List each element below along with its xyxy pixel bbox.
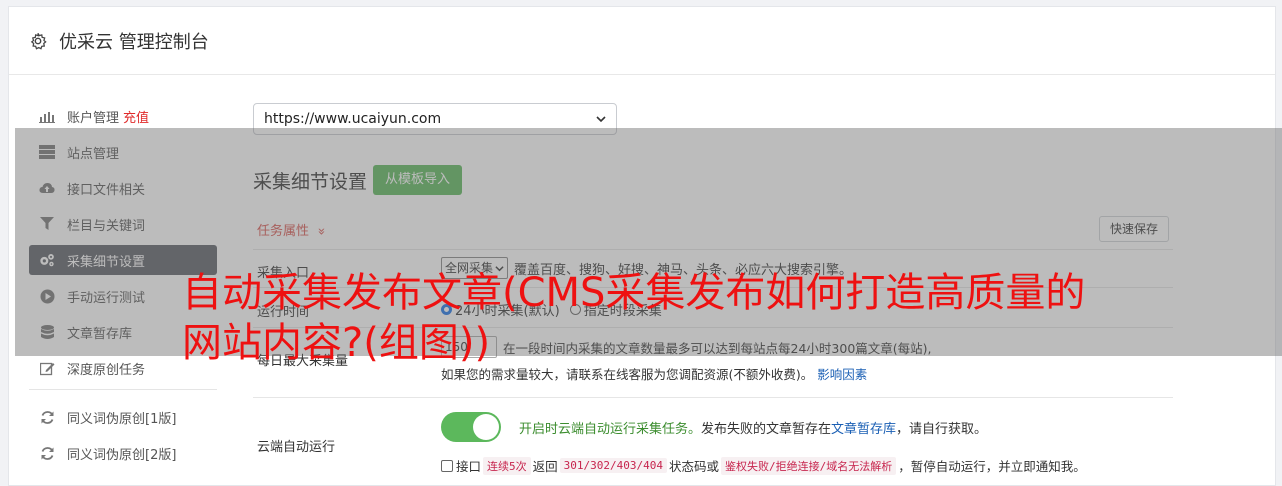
factors-link[interactable]: 影响因素 bbox=[817, 367, 867, 382]
daily-max-note: 如果您的需求量较大，请联系在线客服为您调配资源(不额外收费)。 bbox=[441, 367, 814, 382]
sidebar-divider bbox=[29, 389, 217, 390]
row-control: 开启时云端自动运行采集任务。 发布失败的文章暂存在 文章暂存库 ，请自行获取。 bbox=[441, 412, 987, 442]
page-header: 优采云 管理控制台 bbox=[9, 7, 1275, 75]
pause-rule-checkbox[interactable] bbox=[441, 459, 453, 472]
article-store-link[interactable]: 文章暂存库 bbox=[831, 418, 896, 437]
sidebar-item-synonym-v1[interactable]: 同义词伪原创[1版] bbox=[29, 402, 217, 432]
cloud-fail-text-1: 发布失败的文章暂存在 bbox=[701, 421, 832, 437]
sidebar-item-label: 深度原创任务 bbox=[67, 362, 146, 378]
recharge-link[interactable]: 充值 bbox=[123, 107, 149, 126]
cloud-enable-text: 开启时云端自动运行采集任务。 bbox=[519, 421, 702, 437]
bar-chart-icon bbox=[39, 108, 55, 124]
page-title: 优采云 管理控制台 bbox=[59, 31, 209, 53]
gear-icon bbox=[30, 32, 47, 50]
row-label: 云端自动运行 bbox=[257, 440, 336, 455]
code-badge: 301/302/403/404 bbox=[559, 458, 667, 473]
cloud-fail-text-2: ，请自行获取。 bbox=[896, 421, 988, 437]
code-badge: 鉴权失败/拒绝连接/域名无法解析 bbox=[721, 456, 897, 475]
row-cloud-auto: 云端自动运行 开启时云端自动运行采集任务。 发布失败的文章暂存在 文章暂存库 ，… bbox=[253, 397, 1173, 485]
sidebar-item-label: 账户管理 bbox=[67, 110, 120, 126]
sidebar-item-synonym-v2[interactable]: 同义词伪原创[2版] bbox=[29, 438, 217, 468]
site-select-value: https://www.ucaiyun.com bbox=[264, 111, 442, 127]
refresh-icon bbox=[39, 445, 55, 461]
sidebar-item-label: 同义词伪原创[1版] bbox=[67, 411, 177, 427]
edit-icon bbox=[39, 360, 55, 376]
sidebar-item-account[interactable]: 账户管理 充值 bbox=[29, 101, 217, 131]
rule-text: 状态码或 bbox=[669, 459, 720, 474]
code-badge: 连续5次 bbox=[483, 456, 531, 475]
chevron-down-icon bbox=[596, 116, 606, 123]
pause-rule-label: 接口 bbox=[456, 459, 482, 474]
cloud-auto-toggle[interactable] bbox=[441, 412, 501, 442]
refresh-icon bbox=[39, 409, 55, 425]
sidebar-item-label: 同义词伪原创[2版] bbox=[67, 447, 177, 463]
pause-rule-line: 接口 连续5次 返回 301/302/403/404 状态码或 鉴权失败/拒绝连… bbox=[441, 456, 1086, 475]
rule-text: ，暂停自动运行，并立即通知我。 bbox=[898, 459, 1086, 474]
rule-text: 返回 bbox=[532, 459, 558, 474]
overlay-headline: 自动采集发布文章(CMS采集发布如何打造高质量的网站内容?(组图)) bbox=[182, 270, 1086, 366]
toggle-knob bbox=[473, 414, 499, 440]
